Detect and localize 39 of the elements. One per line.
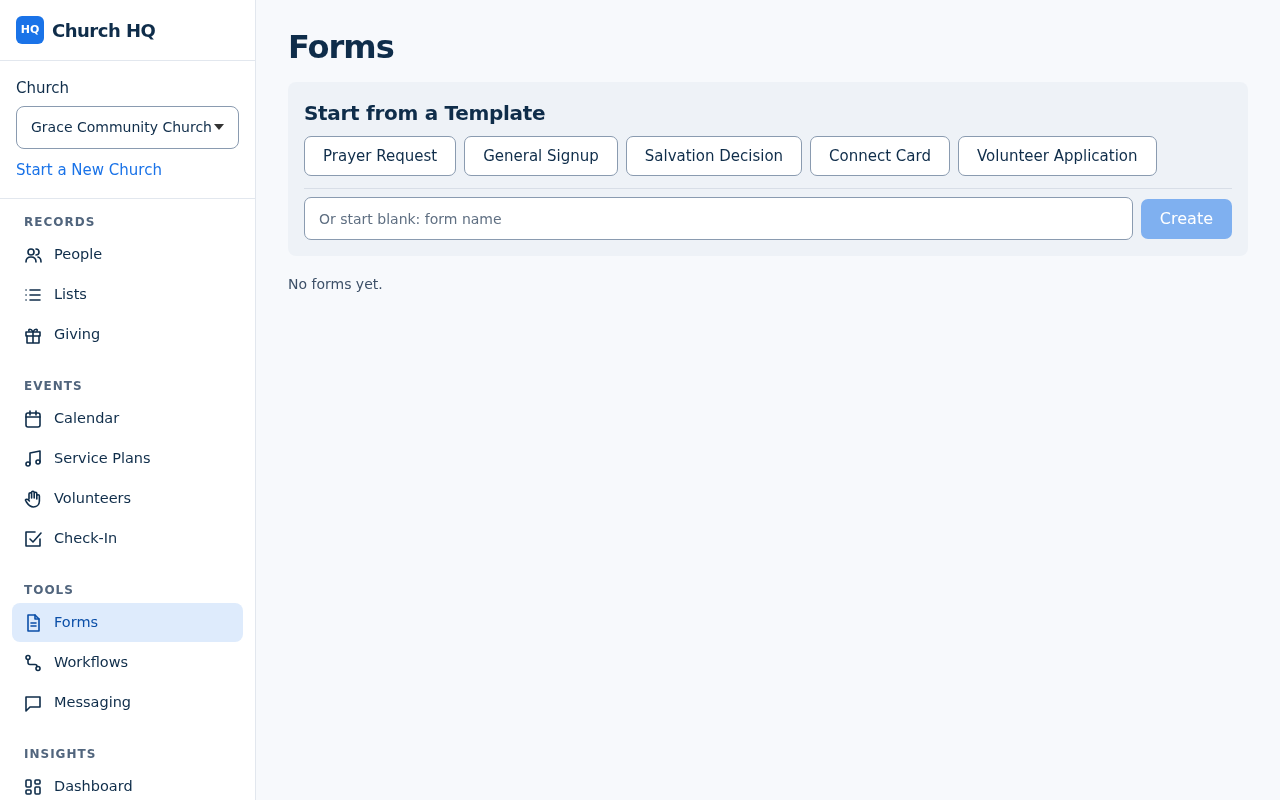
church-select[interactable]: Grace Community Church: [16, 105, 239, 149]
caret-icon: [214, 124, 224, 130]
sidebar-item[interactable]: Workflows: [12, 643, 243, 682]
app-title: Church HQ: [52, 18, 156, 43]
calendar-icon: [24, 409, 42, 428]
template-button[interactable]: Volunteer Application: [957, 136, 1157, 177]
new-church-link[interactable]: Start a New Church: [16, 158, 162, 181]
template-button[interactable]: Connect Card: [810, 136, 950, 177]
sidebar-item[interactable]: Giving: [12, 315, 243, 354]
template-button[interactable]: Prayer Request: [304, 136, 457, 177]
section-heading: TOOLS: [23, 582, 75, 599]
document-icon: [24, 613, 42, 632]
people-icon: [24, 245, 42, 264]
template-button[interactable]: General Signup: [464, 136, 618, 177]
empty-message: No forms yet.: [288, 275, 384, 295]
checkbox-icon: [24, 529, 42, 548]
sidebar-item[interactable]: Service Plans: [12, 439, 243, 478]
panel-title: Start from a Template: [304, 100, 547, 128]
music-note-icon: [24, 449, 42, 468]
page-title: Forms: [288, 28, 395, 67]
sidebar-item[interactable]: Lists: [12, 275, 243, 314]
chat-bubble-icon: [24, 693, 42, 712]
field-label: Church: [16, 78, 71, 99]
sidebar-item[interactable]: Messaging: [12, 683, 243, 722]
section-heading: EVENTS: [23, 378, 84, 395]
sidebar-item[interactable]: Calendar: [12, 399, 243, 438]
logo-icon: HQ: [16, 16, 44, 44]
template-button[interactable]: Salvation Decision: [625, 136, 803, 177]
form-name-field[interactable]: Or start blank: form name: [304, 197, 1133, 241]
hand-icon: [24, 489, 42, 508]
sidebar-item[interactable]: Check-In: [12, 519, 243, 558]
sidebar-item[interactable]: Volunteers: [12, 479, 243, 518]
grid-icon: [24, 777, 42, 796]
section-heading: INSIGHTS: [23, 746, 98, 763]
route-icon: [24, 653, 42, 672]
sidebar-item[interactable]: Forms: [12, 603, 243, 642]
sidebar-item[interactable]: People: [12, 235, 243, 274]
section-heading: RECORDS: [23, 214, 97, 231]
sidebar-item[interactable]: Dashboard: [12, 767, 243, 800]
